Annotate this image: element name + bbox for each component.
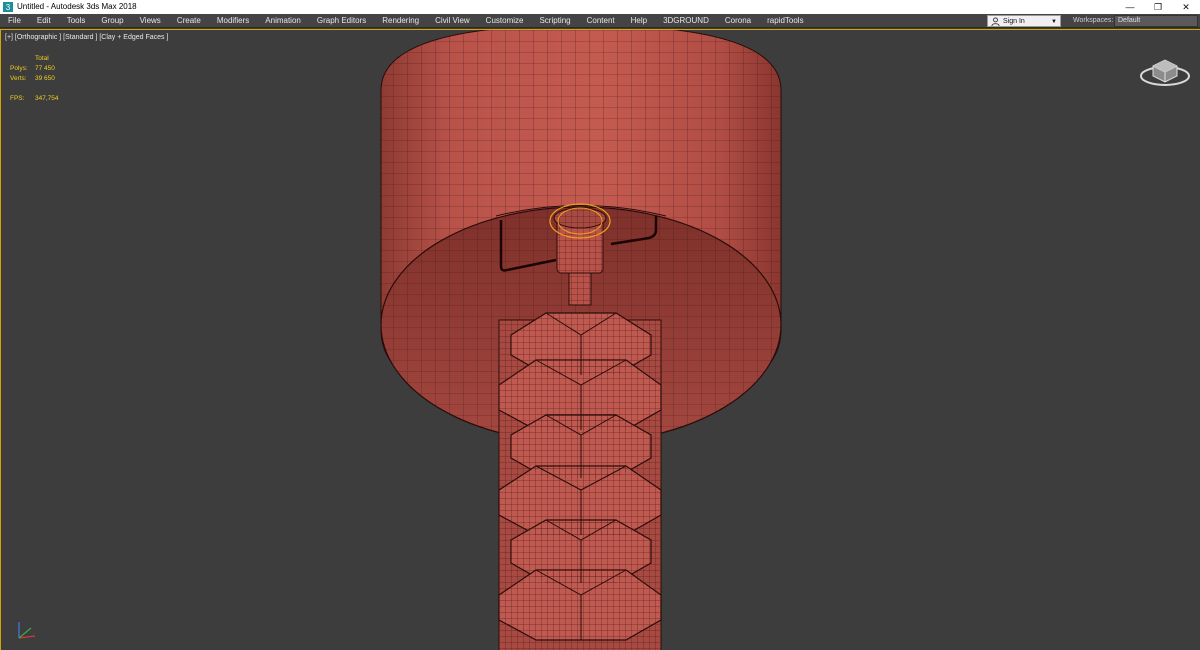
menu-rendering[interactable]: Rendering	[374, 14, 427, 28]
viewport-label[interactable]: [+] [Orthographic ] [Standard ] [Clay + …	[5, 34, 168, 41]
menu-graph-editors[interactable]: Graph Editors	[309, 14, 374, 28]
menu-tools[interactable]: Tools	[59, 14, 94, 28]
sign-in-dropdown[interactable]: Sign In ▼	[987, 15, 1061, 27]
menu-civil-view[interactable]: Civil View	[427, 14, 478, 28]
menu-group[interactable]: Group	[93, 14, 131, 28]
menu-rapidtools[interactable]: rapidTools	[759, 14, 811, 28]
minimize-button[interactable]: —	[1116, 0, 1144, 14]
restore-button[interactable]: ❐	[1144, 0, 1172, 14]
menu-content[interactable]: Content	[579, 14, 623, 28]
menu-animation[interactable]: Animation	[257, 14, 309, 28]
polys-label: Polys:	[10, 65, 28, 72]
lamp-base-stack[interactable]	[498, 312, 662, 650]
app-icon: 3	[3, 2, 13, 12]
sign-in-label: Sign In	[1003, 17, 1025, 25]
menu-3dground[interactable]: 3DGROUND	[655, 14, 717, 28]
scene-lamp-model[interactable]	[1, 30, 1200, 650]
svg-text:3: 3	[6, 3, 11, 12]
menu-help[interactable]: Help	[623, 14, 655, 28]
polys-value: 77 450	[35, 65, 55, 72]
menu-views[interactable]: Views	[132, 14, 169, 28]
chevron-down-icon: ▼	[1051, 19, 1057, 25]
menu-scripting[interactable]: Scripting	[531, 14, 578, 28]
close-button[interactable]: ✕	[1172, 0, 1200, 14]
verts-value: 39 650	[35, 75, 55, 82]
fps-value: 347,754	[35, 95, 59, 102]
viewcube-icon[interactable]	[1139, 54, 1191, 88]
fps-label: FPS:	[10, 95, 25, 102]
scene-statistics: Total Polys: 77 450 Verts: 39 650 FPS: 347,…	[10, 54, 59, 104]
workspaces-label: Workspaces:	[1073, 17, 1114, 24]
menu-edit[interactable]: Edit	[29, 14, 59, 28]
stats-header: Total	[35, 55, 49, 62]
axis-tripod-icon	[18, 622, 36, 639]
workspace-select[interactable]: Default	[1114, 15, 1198, 27]
viewport-orthographic[interactable]: [+] [Orthographic ] [Standard ] [Clay + …	[0, 29, 1200, 650]
menu-customize[interactable]: Customize	[478, 14, 532, 28]
user-icon	[991, 16, 1000, 26]
menu-corona[interactable]: Corona	[717, 14, 759, 28]
window-controls: — ❐ ✕	[1116, 0, 1200, 14]
menu-bar: File Edit Tools Group Views Create Modif…	[0, 14, 1200, 28]
menu-create[interactable]: Create	[169, 14, 209, 28]
window-title: Untitled - Autodesk 3ds Max 2018	[17, 2, 137, 11]
menu-file[interactable]: File	[0, 14, 29, 28]
menu-modifiers[interactable]: Modifiers	[209, 14, 257, 28]
title-bar: 3 Untitled - Autodesk 3ds Max 2018 — ❐ ✕	[0, 0, 1200, 14]
verts-label: Verts:	[10, 75, 27, 82]
